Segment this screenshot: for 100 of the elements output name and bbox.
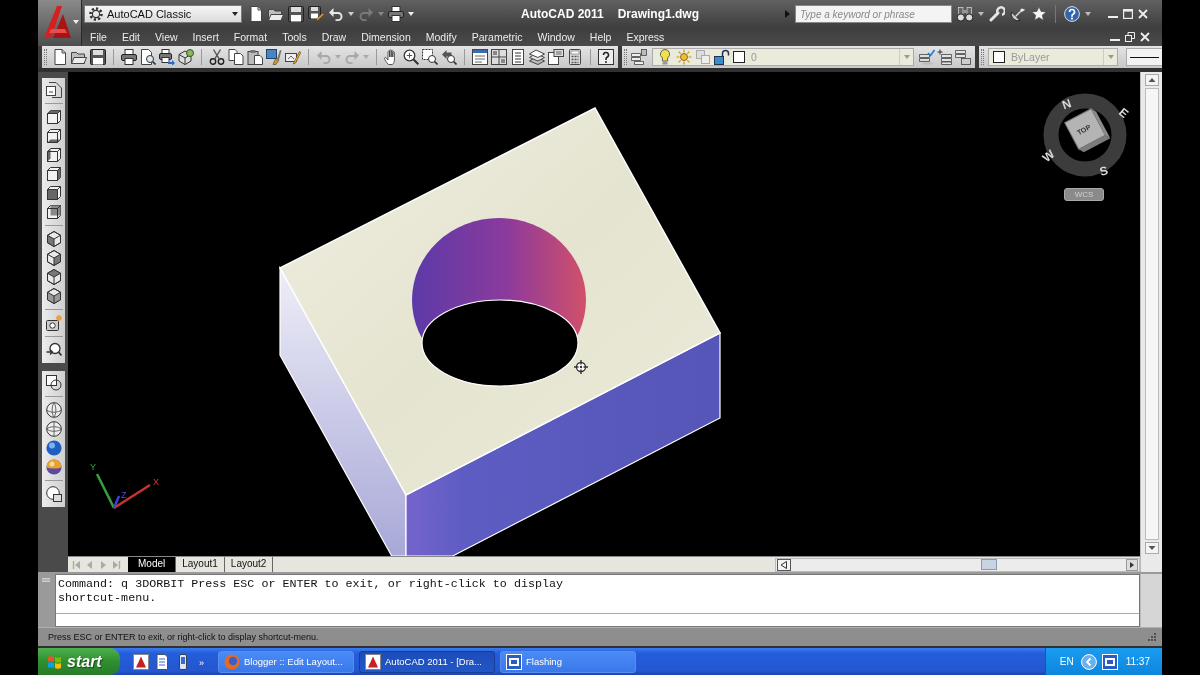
copy-icon[interactable]: [228, 49, 244, 65]
vertical-scrollbar[interactable]: [1140, 72, 1162, 572]
orbit-window-icon[interactable]: [45, 486, 62, 502]
workspace-dropdown[interactable]: AutoCAD Classic: [84, 5, 242, 23]
compass-letter[interactable]: S: [1098, 163, 1110, 179]
menu-item[interactable]: Draw: [321, 31, 347, 43]
zoom-icon[interactable]: [403, 49, 419, 65]
orbit-frame-icon[interactable]: [45, 375, 62, 391]
menu-item[interactable]: File: [90, 31, 107, 43]
folder-icon[interactable]: [268, 6, 284, 22]
grip-icon[interactable]: [42, 578, 50, 582]
triangle-tile-icon[interactable]: [133, 653, 149, 670]
chevron-circle-icon[interactable]: [1080, 653, 1097, 670]
binoculars-icon[interactable]: [957, 6, 973, 22]
compass-letter[interactable]: N: [1060, 96, 1074, 113]
horizontal-scrollbar[interactable]: [775, 557, 1140, 572]
zoom-window-icon[interactable]: [422, 49, 438, 65]
restore-icon[interactable]: [1125, 32, 1135, 42]
scroll-up-icon[interactable]: [1144, 74, 1159, 86]
grid-panel-icon[interactable]: [491, 49, 507, 65]
caret-icon[interactable]: [408, 12, 414, 16]
taskbar-button[interactable]: Flashing: [500, 650, 636, 673]
compass-letter[interactable]: E: [1116, 105, 1132, 121]
isometric-view-icon[interactable]: [45, 231, 62, 247]
menu-item[interactable]: Edit: [121, 31, 140, 43]
folder-icon[interactable]: [71, 49, 87, 65]
brush-icon[interactable]: [266, 49, 282, 65]
caret-icon[interactable]: [978, 12, 984, 16]
resize-grip-icon[interactable]: [1148, 633, 1156, 641]
layout-tab[interactable]: Model: [128, 557, 177, 572]
markup-icon[interactable]: [548, 49, 564, 65]
application-menu-button[interactable]: [38, 0, 82, 46]
sphere-icon[interactable]: [45, 440, 62, 456]
lined-page-icon[interactable]: [510, 49, 526, 65]
document-icon[interactable]: [52, 49, 68, 65]
layers-check-icon[interactable]: [919, 49, 935, 65]
close-icon[interactable]: [1140, 32, 1150, 42]
floppy-pencil-icon[interactable]: [308, 6, 324, 22]
scroll-right-icon[interactable]: [1126, 558, 1138, 571]
scissors-icon[interactable]: [209, 49, 225, 65]
compass-ring[interactable]: [1043, 93, 1127, 177]
wireframe-sphere-icon[interactable]: [45, 402, 62, 418]
calculator-icon[interactable]: [567, 49, 583, 65]
start-button[interactable]: start: [38, 648, 120, 675]
menu-item[interactable]: Window: [537, 31, 575, 43]
more-button[interactable]: »: [199, 657, 204, 668]
shaded-sphere-icon[interactable]: [45, 459, 62, 475]
cube-view-icon[interactable]: [45, 147, 62, 163]
cube-view-icon[interactable]: [45, 166, 62, 182]
scroll-down-icon[interactable]: [1144, 542, 1159, 554]
menu-item[interactable]: View: [155, 31, 178, 43]
close-icon[interactable]: [1138, 9, 1148, 19]
layers-plus-icon[interactable]: [937, 49, 953, 65]
wireframe-sphere-icon[interactable]: [45, 421, 62, 437]
layered-sheets-icon[interactable]: [529, 49, 545, 65]
scroll-left-icon[interactable]: [777, 558, 791, 571]
expand-arrow-icon[interactable]: [785, 10, 790, 18]
window-icon[interactable]: [1101, 653, 1118, 670]
menu-item[interactable]: Insert: [192, 31, 219, 43]
menu-item[interactable]: Modify: [425, 31, 457, 43]
menu-item[interactable]: Parametric: [471, 31, 523, 43]
cube-view-icon[interactable]: [45, 204, 62, 220]
scrollbar-thumb[interactable]: [981, 559, 997, 570]
search-field[interactable]: Type a keyword or phrase: [795, 5, 952, 23]
menu-item[interactable]: Help: [589, 31, 612, 43]
printer-arrow-icon[interactable]: [159, 49, 175, 65]
cube-view-icon[interactable]: [45, 109, 62, 125]
menu-item[interactable]: Format: [233, 31, 268, 43]
linetype-dropdown[interactable]: [1126, 48, 1162, 66]
menu-item[interactable]: Express: [626, 31, 665, 43]
command-scrollbar[interactable]: [1140, 574, 1162, 627]
camera-icon[interactable]: [45, 315, 62, 331]
named-views-icon[interactable]: [45, 82, 62, 98]
document-icon[interactable]: [154, 653, 170, 670]
menu-item[interactable]: Dimension: [361, 31, 411, 43]
taskbar-button[interactable]: Blogger :: Edit Layout...: [218, 650, 354, 673]
isometric-view-icon[interactable]: [45, 269, 62, 285]
page-magnifier-icon[interactable]: [140, 49, 156, 65]
compass-letter[interactable]: W: [1039, 146, 1058, 165]
viewcube-cube[interactable]: [1064, 108, 1111, 153]
taskbar-button[interactable]: AutoCAD 2011 - [Dra...: [359, 650, 495, 673]
cube-view-icon[interactable]: [45, 185, 62, 201]
undo-arrow-icon[interactable]: [328, 6, 344, 22]
satellite-dish-icon[interactable]: [1010, 6, 1026, 22]
help-icon[interactable]: [598, 49, 614, 65]
isometric-view-icon[interactable]: [45, 250, 62, 266]
zoom-previous-icon[interactable]: [441, 49, 457, 65]
scrollbar-thumb[interactable]: [1144, 88, 1159, 540]
layer-manager-icon[interactable]: [631, 49, 647, 65]
caret-icon[interactable]: [348, 12, 354, 16]
maximize-icon[interactable]: [1123, 9, 1133, 19]
printer-icon[interactable]: [388, 6, 404, 22]
cube-view-icon[interactable]: [45, 128, 62, 144]
star-icon[interactable]: [1031, 6, 1047, 22]
block-pencil-icon[interactable]: [285, 49, 301, 65]
layers-stack-icon[interactable]: [955, 49, 971, 65]
document-icon[interactable]: [248, 6, 264, 22]
menu-item[interactable]: Tools: [282, 31, 307, 43]
isometric-view-icon[interactable]: [45, 288, 62, 304]
wrench-icon[interactable]: [989, 6, 1005, 22]
